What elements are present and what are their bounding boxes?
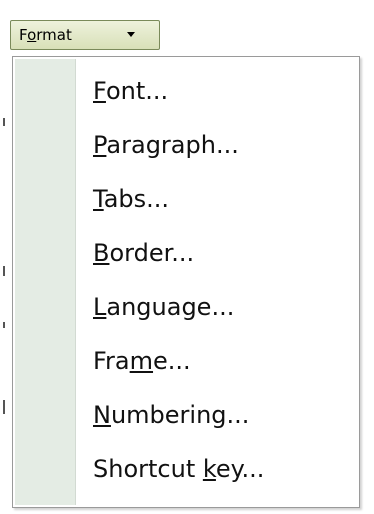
- background-edge-mark: [3, 322, 5, 328]
- background-edge-mark: [3, 266, 5, 276]
- background-edge-mark: [3, 400, 5, 414]
- menu-item-border[interactable]: Border...: [93, 229, 353, 277]
- menu-item-paragraph[interactable]: Paragraph...: [93, 121, 353, 169]
- format-menu: Font... Paragraph... Tabs... Border... L…: [12, 56, 360, 508]
- menu-item-shortcut-key[interactable]: Shortcut key...: [93, 445, 353, 493]
- page: Format Font... Paragraph... Tabs... Bord…: [0, 0, 374, 514]
- format-button-label: Format: [19, 26, 72, 44]
- chevron-down-icon: [127, 32, 135, 37]
- menu-item-numbering[interactable]: Numbering...: [93, 391, 353, 439]
- menu-item-language[interactable]: Language...: [93, 283, 353, 331]
- menu-item-font[interactable]: Font...: [93, 67, 353, 115]
- format-dropdown-button[interactable]: Format: [10, 20, 160, 50]
- menu-item-frame[interactable]: Frame...: [93, 337, 353, 385]
- menu-icon-strip: [15, 59, 76, 505]
- menu-item-tabs[interactable]: Tabs...: [93, 175, 353, 223]
- background-edge-mark: [3, 118, 5, 126]
